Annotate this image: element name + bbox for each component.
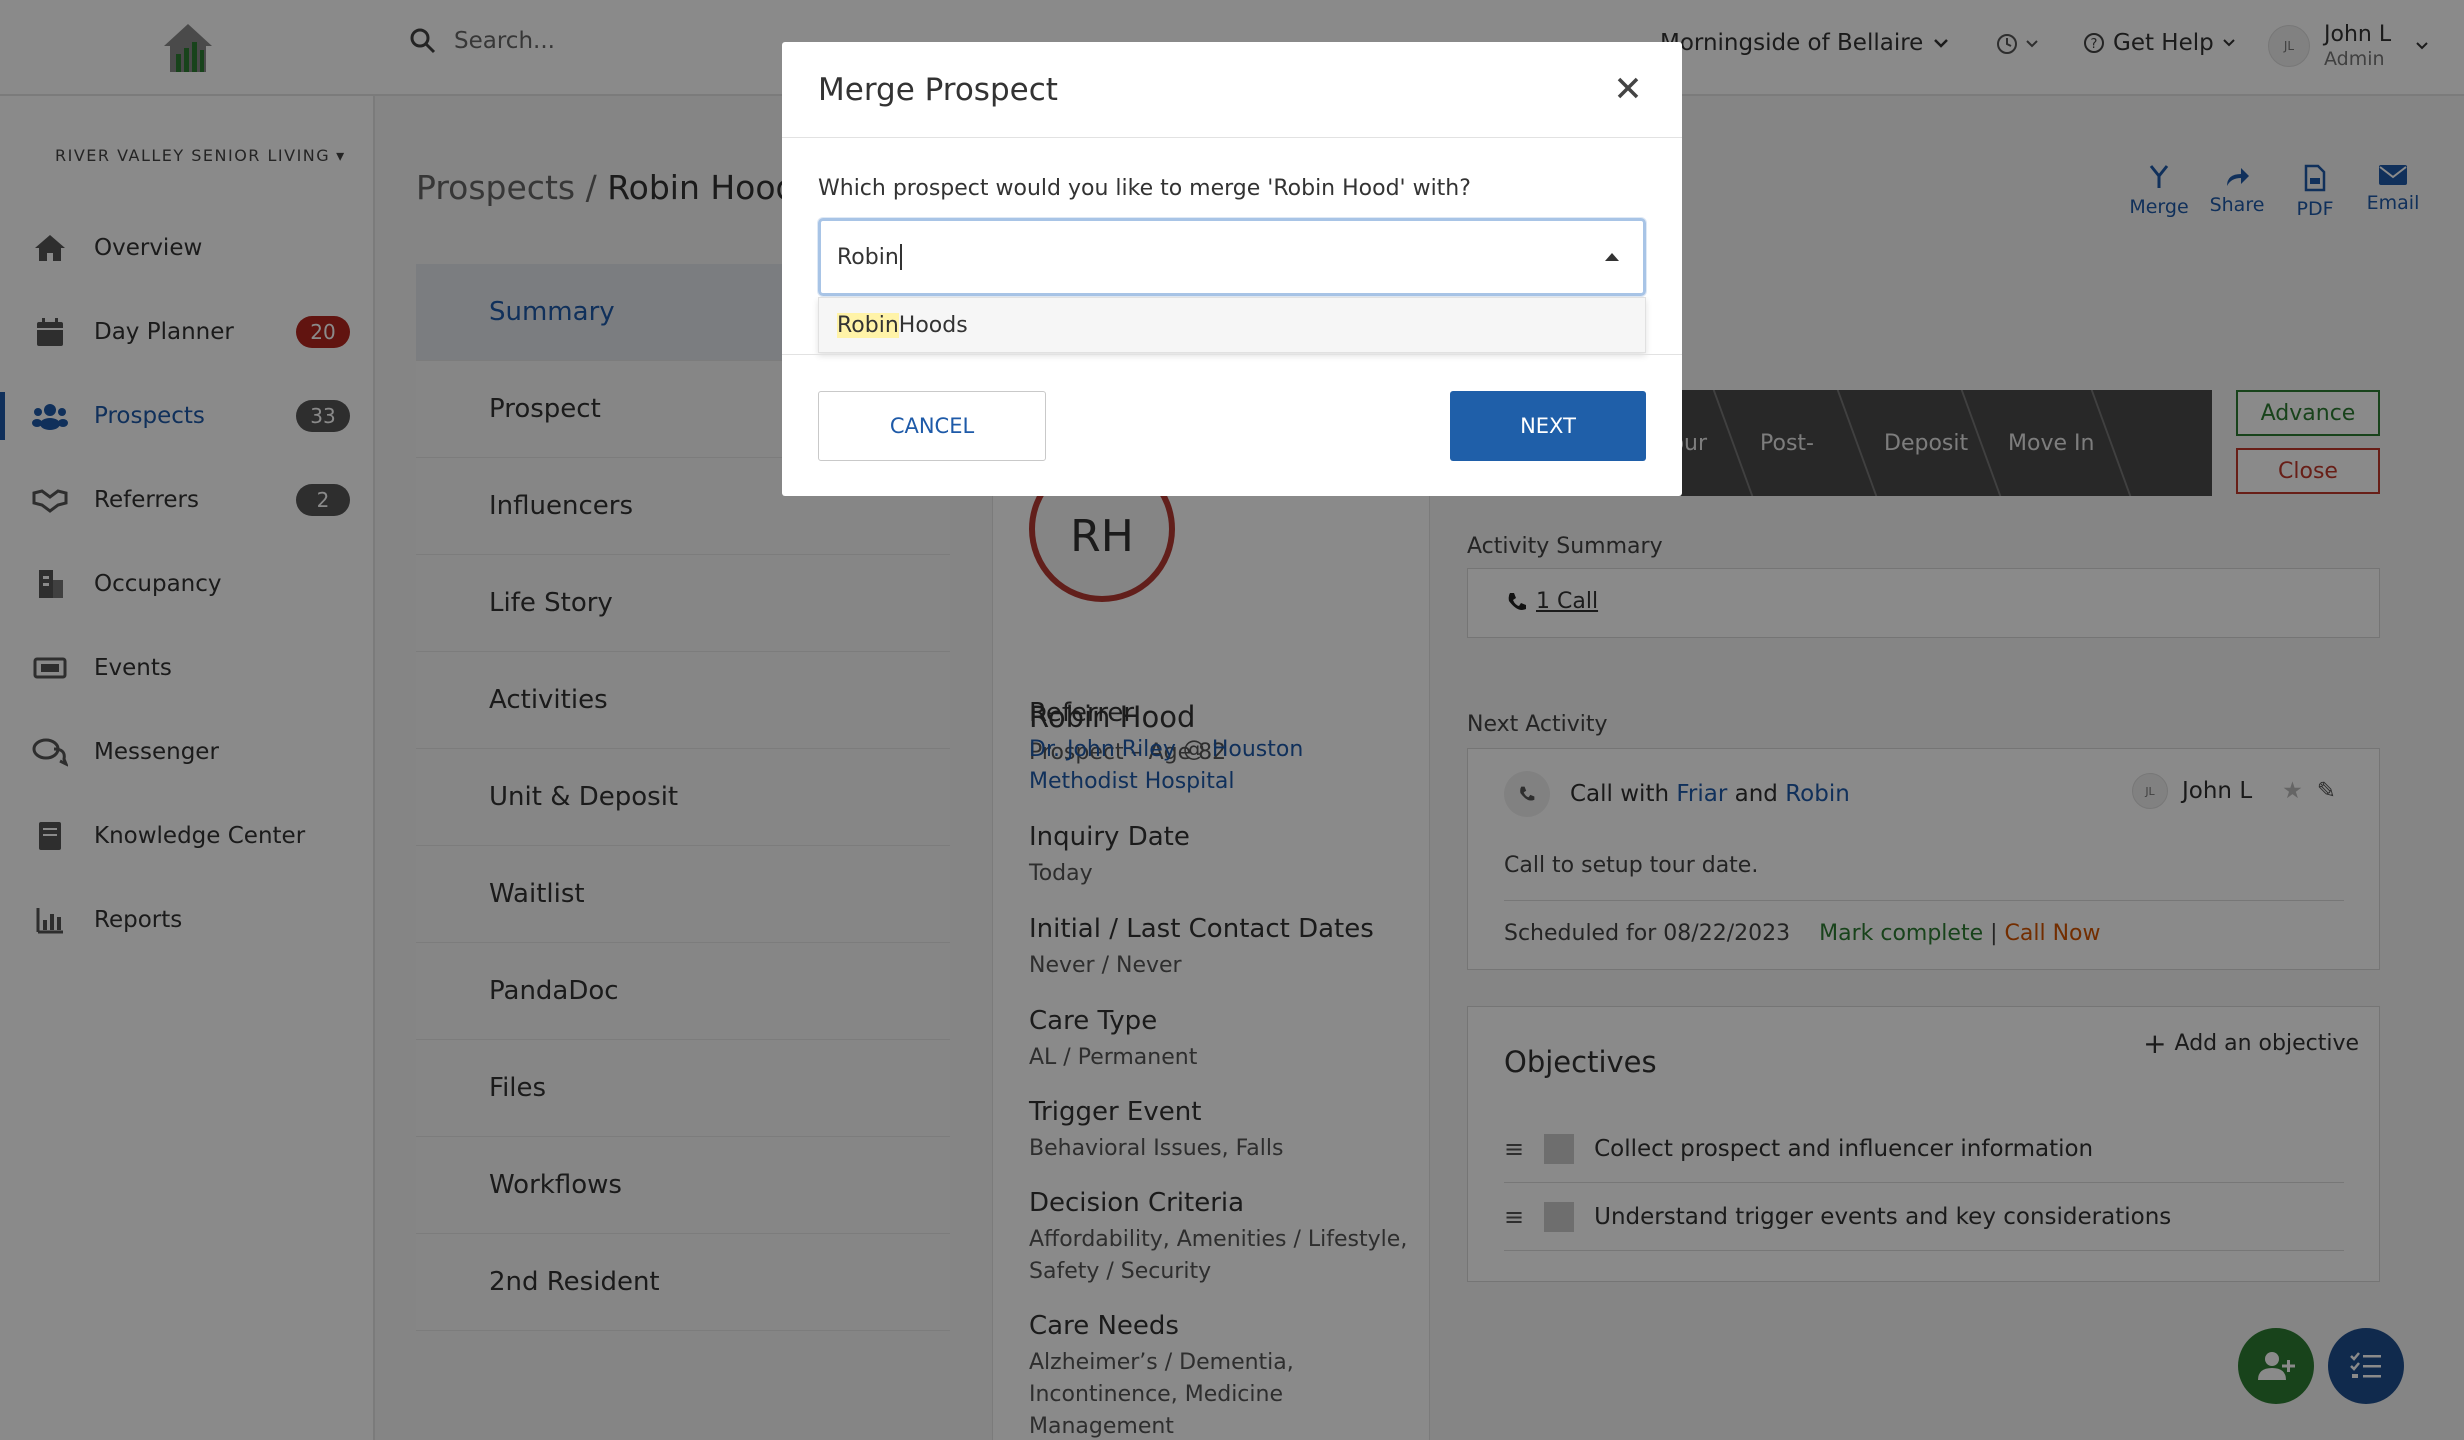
- text-cursor: [899, 244, 902, 270]
- cancel-button[interactable]: CANCEL: [818, 391, 1046, 461]
- chevron-up-icon[interactable]: [1605, 253, 1619, 261]
- select-input-value[interactable]: Robin: [837, 245, 899, 270]
- dialog-title: Merge Prospect: [818, 71, 1058, 108]
- option-rest: Hoods: [898, 312, 968, 338]
- merge-question: Which prospect would you like to merge '…: [818, 176, 1471, 201]
- merge-prospect-dialog: Merge Prospect Which prospect would you …: [782, 42, 1682, 496]
- select-option[interactable]: Robin Hoods: [818, 297, 1646, 353]
- dialog-header: Merge Prospect: [782, 42, 1682, 138]
- dialog-divider: [782, 354, 1682, 355]
- option-match-highlight: Robin: [837, 312, 899, 338]
- prospect-search-select[interactable]: Robin: [818, 218, 1646, 296]
- next-button[interactable]: NEXT: [1450, 391, 1646, 461]
- close-icon[interactable]: [1610, 70, 1646, 106]
